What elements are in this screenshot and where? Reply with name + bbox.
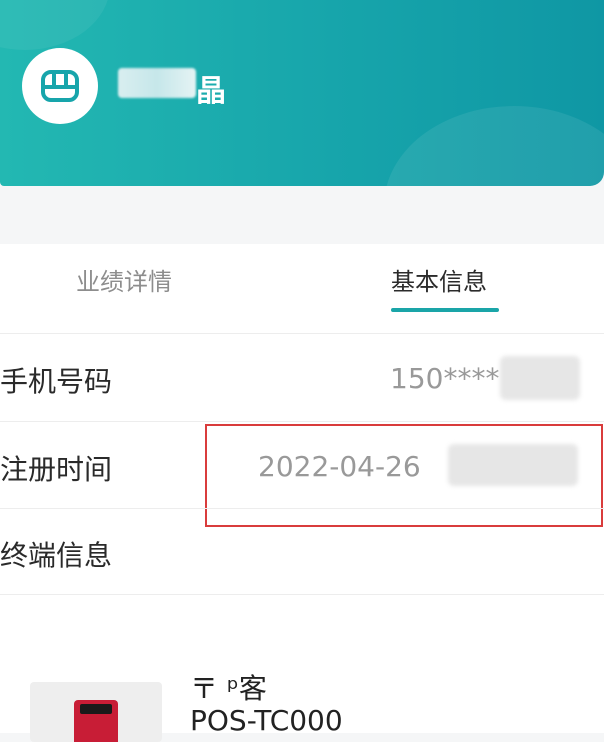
phone-value: 150**** — [390, 362, 500, 395]
user-name-redacted — [118, 68, 196, 98]
terminal-info-label: 终端信息 — [0, 539, 113, 572]
avatar[interactable] — [22, 48, 98, 124]
device-model: POS-TC000 — [190, 704, 343, 737]
user-name: 晶 — [196, 74, 226, 109]
divider — [0, 594, 604, 595]
divider — [0, 508, 604, 509]
divider — [0, 333, 604, 334]
tab-performance-details[interactable]: 业绩详情 — [76, 262, 172, 297]
register-time-label: 注册时间 — [0, 453, 113, 486]
divider — [0, 421, 604, 422]
phone-redacted — [500, 356, 580, 400]
device-name: 〒 ᵖ客 — [190, 672, 267, 705]
pos-device-image[interactable] — [30, 682, 162, 742]
active-tab-indicator — [391, 308, 499, 312]
header-decoration — [384, 106, 604, 186]
phone-label: 手机号码 — [0, 365, 113, 398]
highlight-box — [205, 424, 603, 527]
pos-screen — [80, 704, 112, 714]
tab-basic-info[interactable]: 基本信息 — [391, 262, 487, 297]
header-decoration — [0, 0, 110, 50]
store-icon — [41, 70, 79, 102]
